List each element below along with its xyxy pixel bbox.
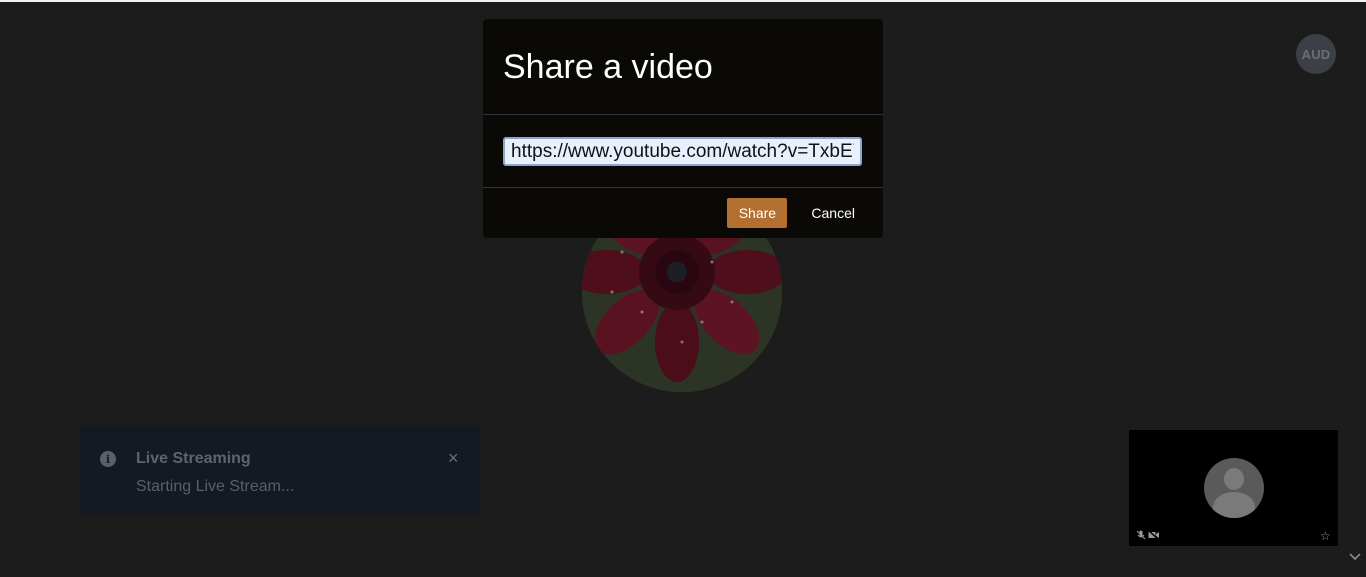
close-icon[interactable]: × [448,449,459,467]
notification-title: Live Streaming [136,450,251,467]
dialog-body [483,115,883,188]
share-button[interactable]: Share [727,198,788,228]
local-video-thumbnail[interactable]: ☆ [1129,430,1338,546]
dialog-title: Share a video [503,48,713,86]
star-icon[interactable]: ☆ [1320,529,1331,543]
video-url-input[interactable] [503,137,862,166]
meeting-stage: AUD Share a video https://www.youtube.co… [0,0,1366,577]
participant-avatar[interactable]: AUD [1296,34,1336,74]
cam-off-icon [1147,529,1160,543]
dialog-header: Share a video [483,19,883,115]
mic-off-icon [1136,530,1146,543]
notification-message: Starting Live Stream... [136,478,295,495]
info-icon: i [100,451,116,467]
chevron-down-icon[interactable] [1349,550,1361,564]
default-avatar [1204,458,1264,518]
share-video-dialog: Share a video Share Cancel [483,19,883,238]
dialog-footer: Share Cancel [483,188,883,238]
live-streaming-notification: i Live Streaming Starting Live Stream...… [80,426,480,514]
cancel-button[interactable]: Cancel [807,205,859,221]
